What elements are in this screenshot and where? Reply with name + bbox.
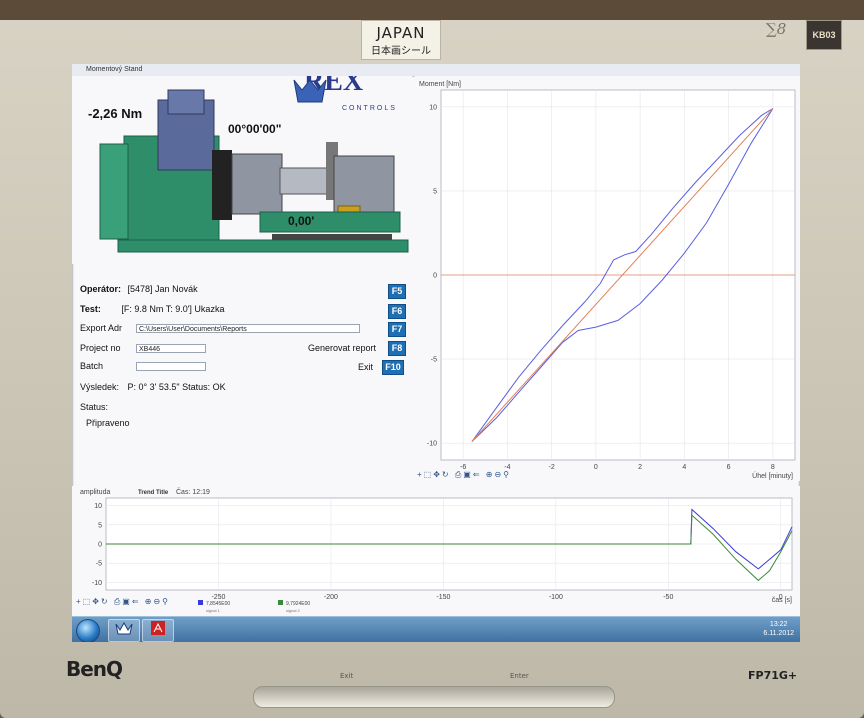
test-value: [F: 9.8 Nm T: 9.0'] Ukazka	[121, 304, 225, 314]
x-tick-label: -100	[549, 594, 563, 601]
y-tick-label: -10	[92, 580, 102, 587]
trend-y-label: amplituda	[80, 489, 110, 496]
exit-label: Exit	[358, 362, 374, 372]
x-tick-label: 4	[682, 464, 686, 471]
result-row: Výsledek: P: 0° 3' 53.5" Status: OK	[80, 382, 226, 392]
status-label: Status:	[80, 402, 109, 412]
screen: Momentový Stand REX CONTROLS -2,26 Nm 00…	[72, 64, 800, 642]
legend-name-2: signal 2	[286, 608, 301, 613]
operator-label: Operátor:	[80, 284, 122, 294]
sticker-line1: JAPAN	[376, 24, 426, 42]
result-value: P: 0° 3' 53.5" Status: OK	[127, 382, 226, 392]
y-tick-label: 0	[98, 542, 102, 549]
y-tick-label: 5	[98, 522, 102, 529]
project-label: Project no	[80, 343, 121, 353]
operator-value: [5478] Jan Novák	[127, 284, 198, 294]
chart-toolbar[interactable]: +⬚✥↻ ⎙▣⇐ ⊕⊖⚲	[417, 470, 511, 480]
project-number-input[interactable]: XB446	[136, 344, 206, 353]
machine-illustration: REX CONTROLS -2,26 Nm 00°00'00" 0,00'	[72, 66, 412, 264]
clock-time: 13:22	[769, 621, 788, 628]
y-tick-label: 5	[433, 188, 437, 195]
bezel-exit-label: Exit	[340, 672, 354, 680]
x-tick-label: -2	[549, 464, 555, 471]
y-tick-label: 0	[433, 273, 437, 280]
x-tick-label: 8	[771, 464, 775, 471]
pdf-icon	[151, 621, 165, 635]
taskbar-rex-app[interactable]	[108, 619, 140, 642]
batch-label: Batch	[80, 361, 104, 371]
y-tick-label: -5	[96, 561, 102, 568]
result-label: Výsledek:	[80, 382, 120, 392]
test-label: Test:	[80, 304, 101, 314]
window-title: Momentový Stand	[86, 66, 143, 73]
f6-button[interactable]: F6	[388, 304, 406, 319]
y-tick-label: -5	[431, 357, 437, 364]
test-row: Test: [F: 9.8 Nm T: 9.0'] Ukazka	[80, 304, 224, 314]
rex-logo-sub: CONTROLS	[342, 105, 397, 112]
generate-report-label: Generovat report	[308, 343, 377, 353]
trend-panel: -250 -200 -150 -100 -50 0 -10 -5 0 5 10 amplituda …	[72, 486, 800, 616]
status-value: Připraveno	[86, 418, 130, 428]
energy-sticker: ∑8	[766, 20, 787, 38]
export-address-input[interactable]: C:\Users\User\Documents\Reports	[136, 324, 360, 333]
f8-button[interactable]: F8	[388, 341, 406, 356]
legend-swatch-2[interactable]	[278, 600, 283, 605]
operator-row: Operátor: [5478] Jan Novák	[80, 284, 198, 294]
moment-angle-chart: -6 -4 -2 0 2 4 6 8-10-50510 Moment [Nm] Úhel [m…	[415, 76, 800, 481]
trend-time: Čas: 12:19	[176, 487, 210, 496]
x-tick-label: -150	[436, 594, 450, 601]
legend-value-2: 9,7924E00	[286, 601, 310, 607]
japan-sticker: JAPAN 日本画シール	[361, 20, 441, 60]
x-tick-label: 2	[638, 464, 642, 471]
x-tick-label: 0	[594, 464, 598, 471]
y-tick-label: -10	[427, 441, 437, 448]
x-tick-label: 6	[727, 464, 731, 471]
f10-exit-button[interactable]: F10	[382, 360, 404, 375]
angle-dms-readout: 00°00'00"	[228, 122, 282, 136]
bezel-enter-label: Enter	[510, 672, 529, 680]
f5-button[interactable]: F5	[388, 284, 406, 299]
test-stand-drawing: REX CONTROLS	[72, 66, 412, 264]
y-axis-label: Moment [Nm]	[419, 81, 461, 88]
angle-minutes-readout: 0,00'	[288, 214, 315, 228]
taskbar-pdf-app[interactable]	[142, 619, 174, 642]
monitor-model: FP71G+	[748, 669, 798, 682]
background-wall	[0, 0, 864, 20]
trend-title: Trend Title	[138, 490, 169, 496]
y-tick-label: 10	[429, 104, 437, 111]
export-label: Export Adr	[80, 323, 123, 333]
crown-icon	[115, 621, 133, 635]
torque-readout: -2,26 Nm	[88, 106, 143, 121]
legend-swatch-1[interactable]	[198, 600, 203, 605]
trend-x-label: čas [s]	[772, 597, 792, 604]
taskbar-clock[interactable]: 13:22 6.11.2012	[763, 620, 794, 638]
x-tick-label: -50	[663, 594, 673, 601]
kb-sticker: KB03	[806, 20, 842, 50]
sticker-line2: 日本画シール	[371, 46, 431, 57]
monitor-button-bar[interactable]	[253, 686, 615, 708]
trend-chart: -250 -200 -150 -100 -50 0-10-50510 amplituda …	[72, 486, 800, 616]
monitor-brand: BenQ	[66, 657, 123, 681]
y-tick-label: 10	[94, 503, 102, 510]
batch-input[interactable]	[136, 362, 206, 371]
start-button[interactable]	[76, 619, 100, 642]
x-tick-label: -200	[324, 594, 338, 601]
trend-toolbar[interactable]: +⬚✥↻ ⎙▣⇐ ⊕⊖⚲	[76, 597, 170, 607]
moment-chart-panel: -6 -4 -2 0 2 4 6 8 -10 -5 0 5 10 Moment [Nm] Úhel [m…	[415, 76, 800, 481]
test-form: Operátor: [5478] Jan Novák F5 Test: [F: …	[72, 264, 412, 484]
legend-value-1: 7,8545E00	[206, 601, 230, 607]
legend-name-1: signal 1	[206, 608, 221, 613]
x-axis-label: Úhel [minuty]	[752, 471, 793, 480]
x-tick-label: -250	[211, 594, 225, 601]
clock-date: 6.11.2012	[763, 630, 794, 637]
f7-button[interactable]: F7	[388, 322, 406, 337]
taskbar: 13:22 6.11.2012	[72, 616, 800, 642]
